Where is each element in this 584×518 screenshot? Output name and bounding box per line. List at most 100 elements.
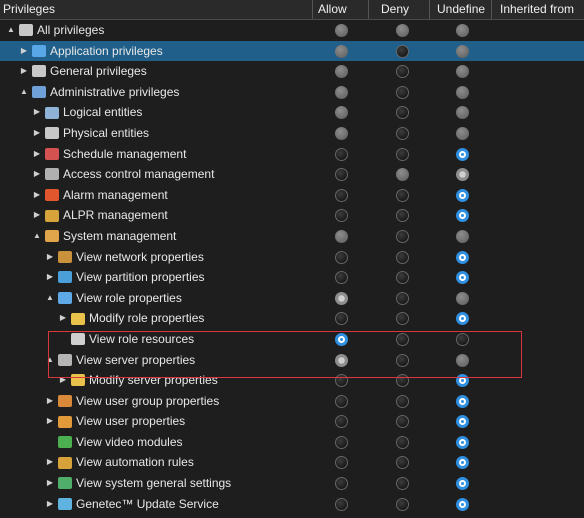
deny-radio[interactable]	[396, 394, 409, 408]
undefined-radio[interactable]	[456, 332, 469, 346]
undefined-radio[interactable]	[456, 291, 469, 305]
undefined-radio[interactable]	[456, 250, 469, 264]
allow-radio[interactable]	[335, 353, 348, 367]
column-header-deny[interactable]: Deny	[369, 0, 430, 19]
allow-radio[interactable]	[335, 65, 348, 79]
deny-radio[interactable]	[396, 106, 409, 120]
expand-arrow-icon[interactable]: ▶	[45, 247, 55, 268]
expand-arrow-icon[interactable]: ▶	[19, 41, 29, 62]
undefined-radio[interactable]	[456, 415, 469, 429]
expand-arrow-icon[interactable]: ▶	[45, 452, 55, 473]
allow-radio[interactable]	[335, 106, 348, 120]
expand-arrow-icon[interactable]: ▶	[45, 494, 55, 515]
expand-arrow-icon[interactable]: ▶	[32, 185, 42, 206]
privilege-row[interactable]: ▶ View automation rules	[0, 452, 584, 473]
deny-radio[interactable]	[396, 435, 409, 449]
privilege-row[interactable]: ▲ All privileges	[0, 20, 584, 41]
deny-radio[interactable]	[396, 24, 409, 37]
expand-arrow-icon[interactable]: ▶	[19, 61, 29, 82]
allow-radio[interactable]	[335, 209, 348, 223]
expand-arrow-icon[interactable]: ▶	[32, 205, 42, 226]
deny-radio[interactable]	[396, 147, 409, 161]
undefined-radio[interactable]	[456, 65, 469, 79]
allow-radio[interactable]	[335, 168, 348, 182]
allow-radio[interactable]	[335, 126, 348, 140]
allow-radio[interactable]	[335, 435, 348, 449]
deny-radio[interactable]	[396, 44, 409, 58]
deny-radio[interactable]	[396, 229, 409, 243]
privilege-row[interactable]: ▶ Access control management	[0, 164, 584, 185]
expand-arrow-icon[interactable]: ▶	[58, 370, 68, 391]
undefined-radio[interactable]	[456, 85, 469, 99]
undefined-radio[interactable]	[456, 106, 469, 120]
allow-radio[interactable]	[335, 497, 348, 511]
undefined-radio[interactable]	[456, 126, 469, 140]
column-header-privileges[interactable]: Privileges	[0, 0, 313, 19]
privilege-row[interactable]: ▶ Schedule management	[0, 144, 584, 165]
deny-radio[interactable]	[396, 209, 409, 223]
allow-radio[interactable]	[335, 477, 348, 491]
deny-radio[interactable]	[396, 415, 409, 429]
privilege-row[interactable]: ▶ Modify role properties	[0, 308, 584, 329]
allow-radio[interactable]	[335, 24, 348, 37]
allow-radio[interactable]	[335, 291, 348, 305]
undefined-radio[interactable]	[456, 229, 469, 243]
privilege-row[interactable]: ▶ Logical entities	[0, 102, 584, 123]
privilege-row[interactable]: ▶ General privileges	[0, 61, 584, 82]
allow-radio[interactable]	[335, 271, 348, 285]
column-header-allow[interactable]: Allow	[313, 0, 369, 19]
column-header-undefined[interactable]: Undefine	[430, 0, 492, 19]
collapse-arrow-icon[interactable]: ▲	[6, 20, 16, 41]
undefined-radio[interactable]	[456, 147, 469, 161]
allow-radio[interactable]	[335, 332, 348, 346]
allow-radio[interactable]	[335, 147, 348, 161]
privilege-row[interactable]: ▶ Alarm management	[0, 185, 584, 206]
deny-radio[interactable]	[396, 168, 409, 182]
privilege-row[interactable]: ▶ View system general settings	[0, 473, 584, 494]
undefined-radio[interactable]	[456, 188, 469, 202]
undefined-radio[interactable]	[456, 312, 469, 326]
privilege-row[interactable]: ▲ System management	[0, 226, 584, 247]
column-header-inherited-from[interactable]: Inherited from	[492, 0, 584, 19]
deny-radio[interactable]	[396, 312, 409, 326]
deny-radio[interactable]	[396, 332, 409, 346]
collapse-arrow-icon[interactable]: ▲	[32, 226, 42, 247]
allow-radio[interactable]	[335, 188, 348, 202]
expand-arrow-icon[interactable]: ▶	[45, 391, 55, 412]
deny-radio[interactable]	[396, 291, 409, 305]
deny-radio[interactable]	[396, 374, 409, 388]
privilege-row[interactable]: ▶ Genetec™ Update Service	[0, 494, 584, 515]
privilege-row[interactable]: ▶ View partition properties	[0, 267, 584, 288]
privilege-row[interactable]: ▶ Physical entities	[0, 123, 584, 144]
privilege-row[interactable]: ▲ Administrative privileges	[0, 82, 584, 103]
undefined-radio[interactable]	[456, 24, 469, 37]
deny-radio[interactable]	[396, 250, 409, 264]
expand-arrow-icon[interactable]: ▶	[45, 411, 55, 432]
allow-radio[interactable]	[335, 415, 348, 429]
allow-radio[interactable]	[335, 229, 348, 243]
undefined-radio[interactable]	[456, 497, 469, 511]
allow-radio[interactable]	[335, 44, 348, 58]
undefined-radio[interactable]	[456, 271, 469, 285]
allow-radio[interactable]	[335, 250, 348, 264]
expand-arrow-icon[interactable]: ▶	[58, 308, 68, 329]
undefined-radio[interactable]	[456, 435, 469, 449]
deny-radio[interactable]	[396, 477, 409, 491]
privilege-row[interactable]: ▶ View network properties	[0, 247, 584, 268]
deny-radio[interactable]	[396, 126, 409, 140]
collapse-arrow-icon[interactable]: ▲	[45, 288, 55, 309]
expand-arrow-icon[interactable]: ▶	[32, 123, 42, 144]
deny-radio[interactable]	[396, 188, 409, 202]
expand-arrow-icon[interactable]: ▶	[32, 164, 42, 185]
collapse-arrow-icon[interactable]: ▲	[19, 82, 29, 103]
undefined-radio[interactable]	[456, 374, 469, 388]
allow-radio[interactable]	[335, 312, 348, 326]
deny-radio[interactable]	[396, 497, 409, 511]
privilege-row[interactable]: ▶ View user properties	[0, 411, 584, 432]
undefined-radio[interactable]	[456, 168, 469, 182]
expand-arrow-icon[interactable]: ▶	[32, 144, 42, 165]
deny-radio[interactable]	[396, 85, 409, 99]
undefined-radio[interactable]	[456, 456, 469, 470]
undefined-radio[interactable]	[456, 477, 469, 491]
allow-radio[interactable]	[335, 456, 348, 470]
